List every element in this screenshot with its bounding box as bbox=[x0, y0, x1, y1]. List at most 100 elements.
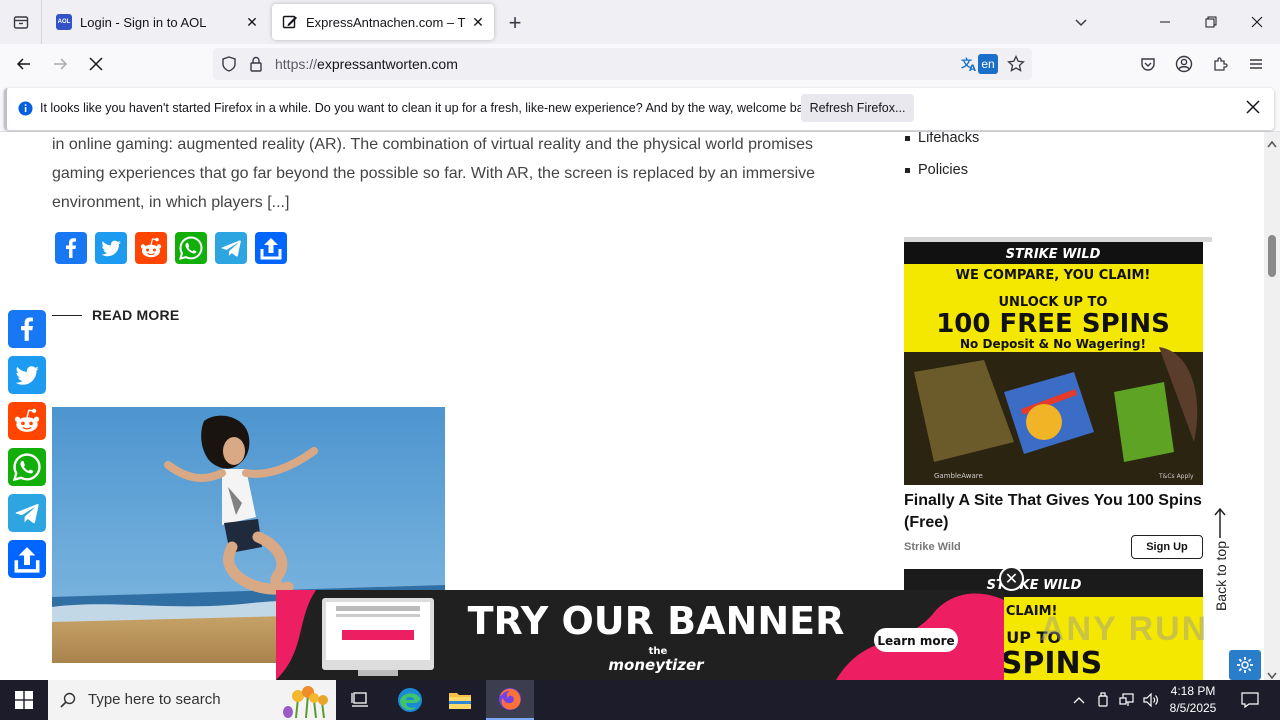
whatsapp-icon bbox=[8, 448, 46, 486]
network-tray-button[interactable] bbox=[1116, 680, 1138, 720]
read-more-line bbox=[52, 314, 82, 316]
floating-whatsapp-button[interactable] bbox=[8, 448, 46, 486]
article-line-2: gaming experiences that go far beyond th… bbox=[52, 165, 816, 182]
stop-icon bbox=[89, 57, 103, 71]
facebook-icon bbox=[8, 310, 46, 348]
tab-expressantworten[interactable]: ExpressAntnachen.com – The m ✕ bbox=[272, 4, 494, 40]
edit-favicon-icon bbox=[282, 14, 298, 30]
scrollbar-thumb[interactable] bbox=[1268, 235, 1276, 277]
info-icon bbox=[18, 101, 33, 121]
navigation-toolbar: https://expressantworten.com 文A en bbox=[0, 44, 1280, 84]
close-notification-icon[interactable] bbox=[1246, 100, 1260, 119]
close-window-button[interactable] bbox=[1234, 0, 1280, 44]
reddit-icon bbox=[135, 232, 167, 264]
tab-aol-login[interactable]: AOL Login - Sign in to AOL ✕ bbox=[46, 4, 268, 40]
close-icon bbox=[1251, 16, 1263, 28]
translate-icon[interactable]: 文A bbox=[960, 55, 978, 78]
strike-wild-ad-image[interactable]: STRIKE WILD WE COMPARE, YOU CLAIM! UNLOC… bbox=[904, 242, 1203, 485]
url-bar[interactable]: https://expressantworten.com 文A en bbox=[213, 48, 1032, 80]
minimize-icon bbox=[1160, 21, 1170, 23]
share-plus-icon bbox=[8, 540, 46, 578]
notification-bar: It looks like you haven't started Firefo… bbox=[0, 84, 1280, 132]
tab-strip: AOL Login - Sign in to AOL ✕ ExpressAntn… bbox=[0, 0, 1280, 44]
close-ad-button[interactable]: ✕ bbox=[999, 566, 1024, 591]
sidebar-item-lifehacks[interactable]: Lifehacks bbox=[904, 132, 979, 162]
show-hidden-icons-button[interactable] bbox=[1068, 680, 1090, 720]
floating-facebook-button[interactable] bbox=[8, 310, 46, 348]
new-tab-button[interactable]: + bbox=[502, 10, 528, 36]
list-all-tabs-button[interactable] bbox=[1058, 0, 1104, 44]
reddit-share-button[interactable] bbox=[135, 232, 167, 264]
device-tray-button[interactable] bbox=[1092, 680, 1114, 720]
ad-settings-button[interactable] bbox=[1229, 650, 1261, 680]
file-explorer-taskbar-button[interactable] bbox=[436, 680, 484, 720]
ad-headline-4: No Deposit & No Wagering! bbox=[960, 337, 1146, 351]
firefox-taskbar-button[interactable] bbox=[486, 680, 534, 720]
vertical-scrollbar[interactable] bbox=[1264, 132, 1280, 680]
clock-date: 8/5/2025 bbox=[1169, 701, 1217, 715]
ad-headline-3: 100 FREE SPINS bbox=[936, 309, 1170, 339]
refresh-firefox-button[interactable]: Refresh Firefox... bbox=[801, 94, 914, 122]
whatsapp-share-button[interactable] bbox=[175, 232, 207, 264]
whatsapp-icon bbox=[175, 232, 207, 264]
floating-telegram-button[interactable] bbox=[8, 494, 46, 532]
start-button[interactable] bbox=[0, 680, 48, 720]
tab-title: Login - Sign in to AOL bbox=[80, 14, 207, 30]
task-view-button[interactable] bbox=[336, 680, 384, 720]
scroll-up-arrow-icon[interactable] bbox=[1267, 135, 1277, 153]
back-to-top-link[interactable]: Back to top bbox=[1206, 508, 1234, 628]
minimize-button[interactable] bbox=[1142, 0, 1188, 44]
forward-button[interactable] bbox=[44, 48, 76, 80]
account-button[interactable] bbox=[1168, 48, 1200, 80]
taskbar-clock[interactable]: 4:18 PM 8/5/2025 bbox=[1158, 683, 1228, 717]
close-tab-icon[interactable]: ✕ bbox=[240, 10, 264, 34]
read-more-label: READ MORE bbox=[92, 307, 180, 323]
tracking-protection-shield-icon[interactable] bbox=[221, 56, 237, 77]
back-to-top-label: Back to top bbox=[1213, 540, 1229, 612]
share-more-button[interactable] bbox=[255, 232, 287, 264]
firefox-icon bbox=[499, 688, 521, 710]
page-content: in online gaming: augmented reality (AR)… bbox=[0, 132, 1264, 680]
taskbar-search-box[interactable]: Type here to search bbox=[48, 680, 336, 720]
ad-title-link[interactable]: Finally A Site That Gives You 100 Spins … bbox=[904, 490, 1209, 534]
ad-source: Strike Wild bbox=[904, 541, 961, 553]
aol-favicon-icon: AOL bbox=[56, 14, 72, 30]
search-icon bbox=[60, 692, 76, 708]
pocket-button[interactable] bbox=[1132, 48, 1164, 80]
read-more-link[interactable]: READ MORE bbox=[52, 307, 179, 323]
lock-icon[interactable] bbox=[249, 56, 263, 77]
floating-reddit-button[interactable] bbox=[8, 402, 46, 440]
bookmark-star-icon[interactable] bbox=[1007, 54, 1025, 78]
windows-logo-icon bbox=[15, 691, 33, 709]
facebook-share-button[interactable] bbox=[55, 232, 87, 264]
notifications-button[interactable] bbox=[1234, 680, 1266, 720]
floating-share-more-button[interactable] bbox=[8, 540, 46, 578]
stop-loading-button[interactable] bbox=[80, 48, 112, 80]
ad-signup-button[interactable]: Sign Up bbox=[1131, 535, 1203, 559]
account-icon bbox=[1175, 55, 1193, 73]
ad-brand-logo: STRIKE WILD bbox=[1006, 247, 1101, 262]
translate-language-badge[interactable]: en bbox=[978, 54, 998, 74]
gear-icon bbox=[1237, 657, 1253, 673]
tab-list-button[interactable] bbox=[0, 0, 42, 44]
sidebar-category-list: Lifehacks Policies bbox=[904, 132, 979, 194]
floating-twitter-button[interactable] bbox=[8, 356, 46, 394]
app-menu-button[interactable] bbox=[1240, 48, 1272, 80]
back-button[interactable] bbox=[8, 48, 40, 80]
puzzle-icon bbox=[1214, 57, 1228, 71]
extensions-button[interactable] bbox=[1204, 48, 1236, 80]
close-tab-icon[interactable]: ✕ bbox=[466, 10, 490, 34]
usb-device-icon bbox=[1098, 692, 1108, 707]
edge-taskbar-button[interactable] bbox=[386, 680, 434, 720]
tab-title: ExpressAntnachen.com – The m bbox=[306, 14, 466, 30]
restore-icon bbox=[1205, 16, 1217, 28]
sidebar-item-policies[interactable]: Policies bbox=[904, 162, 979, 194]
share-plus-icon bbox=[255, 232, 287, 264]
banner-brand: moneytizer bbox=[608, 656, 705, 674]
twitter-share-button[interactable] bbox=[95, 232, 127, 264]
restore-button[interactable] bbox=[1188, 0, 1234, 44]
telegram-share-button[interactable] bbox=[215, 232, 247, 264]
search-placeholder: Type here to search bbox=[88, 691, 221, 708]
banner-headline: TRY OUR BANNER bbox=[468, 599, 845, 643]
moneytizer-banner-ad[interactable]: TRY OUR BANNER the moneytizer Learn more bbox=[276, 590, 1004, 680]
